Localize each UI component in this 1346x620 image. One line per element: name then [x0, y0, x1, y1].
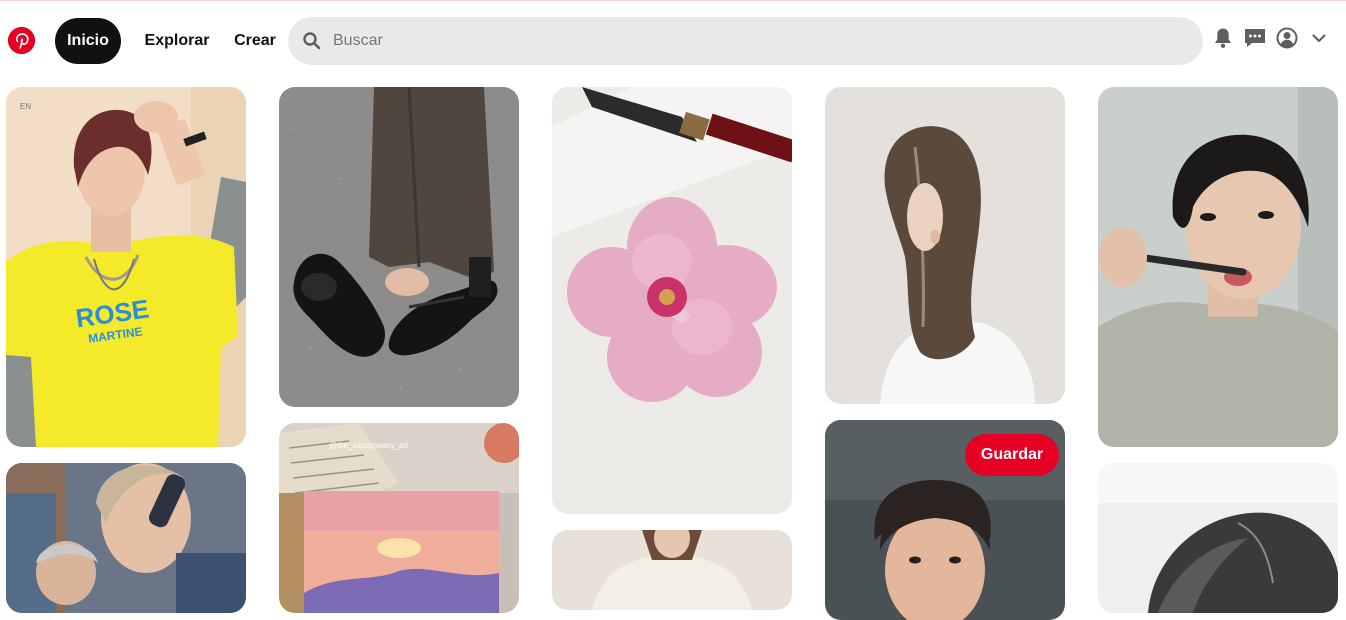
- pin-sunset-painting[interactable]: @the_sassypeasy_art: [279, 423, 519, 613]
- pin-person-white-sweater[interactable]: [552, 530, 792, 610]
- nav-create-button[interactable]: Crear: [228, 18, 282, 64]
- search-icon: [302, 31, 322, 51]
- watermark-text: @the_sassypeasy_art: [329, 441, 409, 450]
- header: Inicio Explorar Crear: [0, 1, 1346, 79]
- profile-icon[interactable]: [1276, 27, 1298, 49]
- save-button[interactable]: Guardar: [965, 434, 1059, 476]
- pin-bw-hair-closeup[interactable]: [1098, 463, 1338, 613]
- nav-explore-button[interactable]: Explorar: [137, 18, 217, 64]
- search-input[interactable]: [333, 17, 1173, 65]
- pin-yellow-shirt-person[interactable]: ROSE MARTINE EN: [6, 87, 246, 447]
- nav-home-button[interactable]: Inicio: [55, 18, 121, 64]
- pin-layered-hair-profile[interactable]: [825, 87, 1065, 404]
- message-icon[interactable]: [1244, 27, 1266, 49]
- pin-young-man-dark-background[interactable]: Guardar: [825, 420, 1065, 620]
- pinterest-logo-icon[interactable]: [8, 27, 35, 54]
- chevron-down-icon[interactable]: [1308, 27, 1330, 49]
- bell-icon[interactable]: [1212, 27, 1234, 49]
- search-bar[interactable]: [288, 17, 1203, 65]
- pin-watercolor-pink-flower[interactable]: [552, 87, 792, 514]
- corner-mark: EN: [20, 102, 31, 111]
- pin-man-brushing-teeth[interactable]: [1098, 87, 1338, 447]
- pin-black-mary-jane-shoes[interactable]: [279, 87, 519, 407]
- pin-selfie-two-people[interactable]: [6, 463, 246, 613]
